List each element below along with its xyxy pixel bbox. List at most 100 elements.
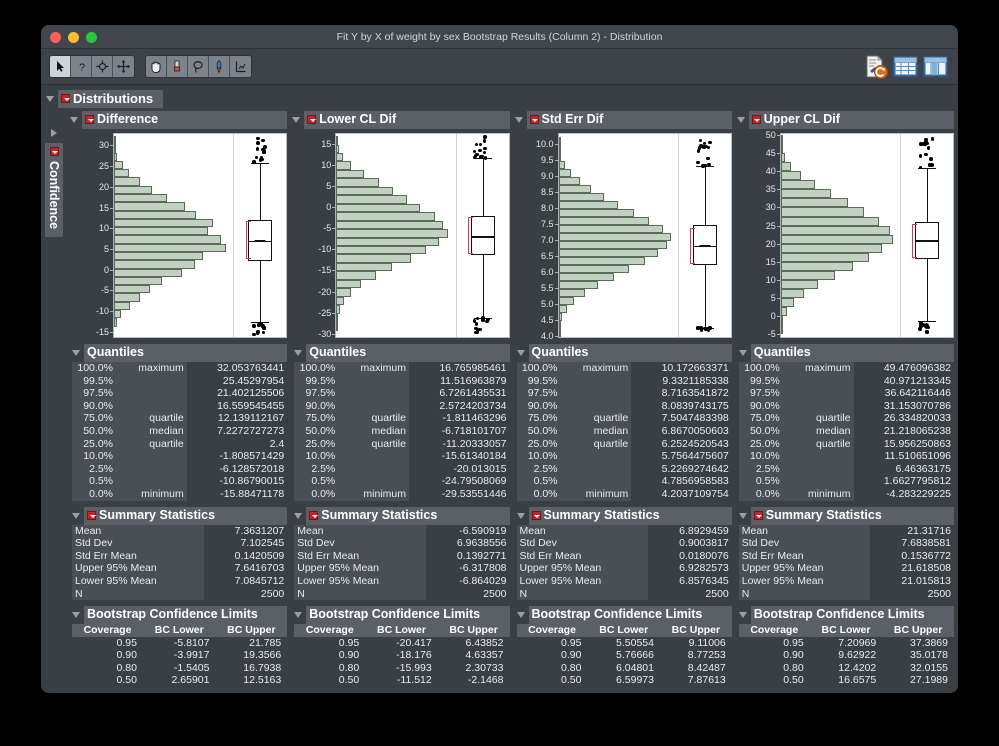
histogram-bar[interactable] (336, 246, 427, 255)
histogram-bar[interactable] (114, 136, 116, 145)
histogram-bar[interactable] (336, 153, 344, 162)
histogram-bar[interactable] (780, 171, 802, 181)
histogram-bar[interactable] (780, 316, 783, 326)
red-triangle-menu-icon-1[interactable] (307, 115, 317, 124)
disclosure-triangle-quantiles-1[interactable] (294, 350, 303, 356)
histogram-bar[interactable] (558, 313, 562, 322)
histogram-bar[interactable] (558, 297, 574, 306)
histogram-bar[interactable] (780, 134, 783, 144)
histogram-bar[interactable] (558, 241, 667, 250)
distribution-plot-0[interactable]: 30 25 20 15 10 5 0 -5 -10 -15 (82, 133, 288, 338)
histogram-bar[interactable] (336, 271, 376, 280)
annotate-pen-tool[interactable] (209, 56, 230, 77)
disclosure-triangle-distributions[interactable] (46, 96, 54, 102)
histogram-bar[interactable] (336, 313, 339, 323)
red-triangle-menu-icon[interactable] (61, 94, 70, 103)
window-controls[interactable] (50, 32, 97, 43)
histogram-bar[interactable] (114, 210, 197, 219)
histogram-bar[interactable] (114, 194, 167, 203)
box-plot-2[interactable] (679, 134, 731, 337)
red-triangle-menu-icon-summary-2[interactable] (531, 510, 541, 520)
histogram-bar[interactable] (114, 268, 183, 277)
histogram-bar[interactable] (114, 160, 123, 170)
box-plot-3[interactable] (901, 134, 953, 337)
distribution-plot-2[interactable]: 10.0 9.5 9.0 8.5 8.0 7.5 7.0 6.5 6.0 5.5 5.0 4.5 4.0 (527, 133, 732, 341)
histogram-bar[interactable] (336, 195, 407, 204)
histogram-bar[interactable] (780, 298, 794, 308)
disclosure-triangle-panel-0[interactable] (70, 117, 78, 123)
disclosure-triangle-panel-1[interactable] (292, 117, 301, 123)
histogram-bar[interactable] (558, 217, 649, 226)
histogram-bar[interactable] (558, 153, 561, 162)
arrow-select-tool[interactable] (50, 56, 71, 77)
histogram-bar[interactable] (336, 178, 379, 187)
histogram-bar[interactable] (780, 234, 893, 244)
distribution-plot-1[interactable]: 15 10 5 0 -5 -10 -15 -20 -25 -30 (304, 133, 510, 339)
histogram-bar[interactable] (780, 252, 870, 262)
disclosure-triangle-summary-3[interactable] (738, 512, 747, 519)
histogram-bar[interactable] (336, 305, 341, 314)
plot-canvas-1[interactable] (336, 133, 510, 338)
panel-title-bar-2[interactable]: Std Err Dif (526, 111, 732, 129)
histogram-bar[interactable] (336, 186, 393, 196)
disclosure-triangle-quantiles-2[interactable] (516, 350, 525, 356)
plot-canvas-0[interactable] (114, 133, 288, 338)
panel-title-bar-1[interactable]: Lower CL Dif (304, 111, 510, 129)
column-table-icon[interactable] (923, 54, 948, 79)
histogram-bar[interactable] (114, 202, 185, 211)
histogram-bar[interactable] (336, 212, 436, 221)
histogram-bar[interactable] (558, 257, 645, 266)
histogram-3[interactable] (780, 134, 901, 337)
panel-title-bar-0[interactable]: Difference (82, 111, 288, 129)
histogram-bar[interactable] (114, 169, 130, 178)
histogram-bar[interactable] (558, 273, 614, 282)
histogram-bar[interactable] (558, 169, 571, 178)
brush-tool[interactable] (167, 56, 188, 77)
histogram-bar[interactable] (780, 225, 890, 235)
histogram-bar[interactable] (336, 254, 411, 263)
histogram-bar[interactable] (780, 189, 831, 199)
histogram-bar[interactable] (558, 185, 591, 194)
histogram-bar[interactable] (114, 227, 208, 236)
histogram-bar[interactable] (336, 229, 449, 238)
histogram-bar[interactable] (114, 285, 151, 294)
box-plot-1[interactable] (457, 134, 509, 337)
red-triangle-menu-icon-summary-3[interactable] (753, 510, 763, 520)
histogram-bar[interactable] (336, 169, 365, 179)
histogram-bar[interactable] (336, 161, 352, 170)
histogram-bar[interactable] (558, 265, 629, 274)
histogram-bar[interactable] (558, 177, 580, 186)
histogram-bar[interactable] (114, 177, 141, 186)
histogram-bar[interactable] (780, 261, 853, 271)
disclosure-triangle-quantiles-0[interactable] (72, 350, 80, 356)
histogram-bar[interactable] (558, 193, 604, 202)
histogram-2[interactable] (558, 134, 679, 338)
red-triangle-menu-icon-summary-1[interactable] (309, 510, 319, 520)
histogram-bar[interactable] (558, 233, 671, 242)
histogram-bar[interactable] (114, 260, 195, 269)
box-plot-0[interactable] (234, 134, 286, 337)
data-table-icon[interactable] (893, 54, 918, 79)
histogram-bar[interactable] (336, 296, 345, 306)
disclosure-triangle-quantiles-3[interactable] (738, 350, 747, 356)
histogram-bar[interactable] (558, 137, 561, 146)
histogram-bar[interactable] (336, 288, 352, 297)
histogram-bar[interactable] (558, 305, 567, 314)
histogram-bar[interactable] (336, 203, 421, 213)
histogram-bar[interactable] (780, 280, 819, 290)
histogram-bar[interactable] (336, 220, 444, 230)
hand-pan-tool[interactable] (146, 56, 167, 77)
histogram-bar[interactable] (558, 329, 561, 338)
histogram-bar[interactable] (114, 252, 203, 261)
histogram-bar[interactable] (336, 279, 362, 289)
red-triangle-menu-icon-confidence[interactable] (49, 147, 59, 156)
distributions-outline[interactable]: Distributions (41, 88, 958, 111)
histogram-bar[interactable] (114, 293, 141, 302)
histogram-bar[interactable] (558, 145, 561, 154)
histogram-bar[interactable] (558, 201, 618, 210)
histogram-bar[interactable] (336, 144, 339, 154)
histogram-bar[interactable] (558, 289, 585, 298)
histogram-bar[interactable] (780, 325, 783, 335)
move-tool[interactable] (113, 56, 134, 77)
histogram-bar[interactable] (558, 161, 565, 170)
